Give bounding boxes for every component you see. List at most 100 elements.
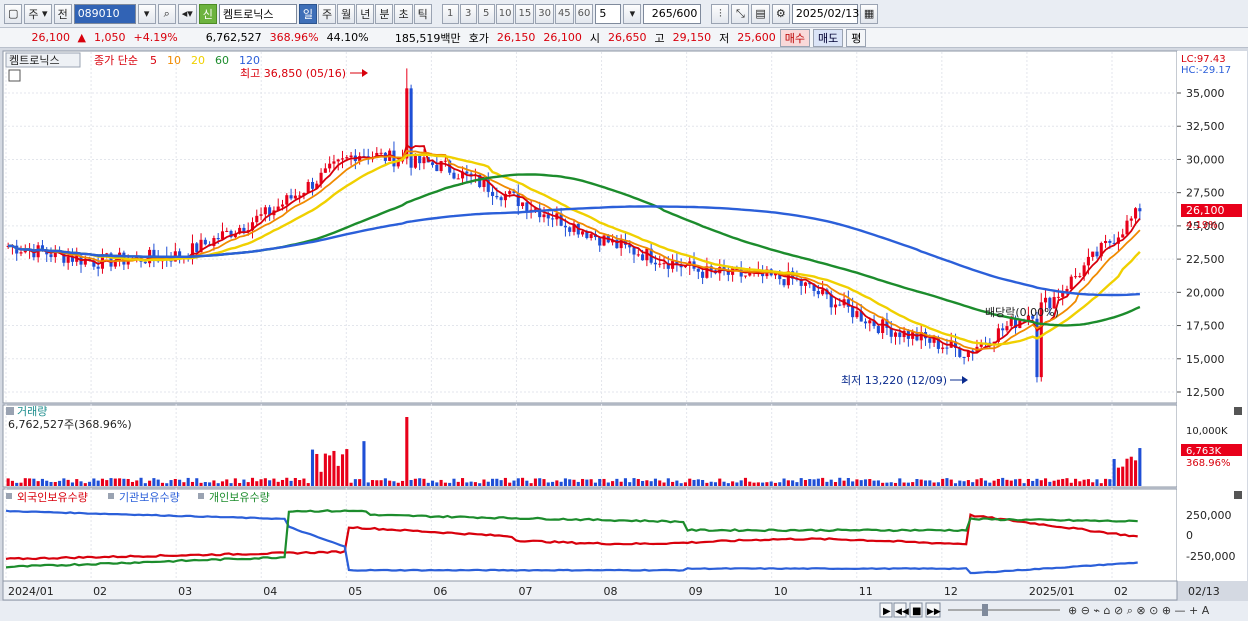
candle-body (945, 347, 949, 349)
scroll-bar[interactable] (0, 601, 1248, 621)
volume-bar (906, 482, 910, 486)
volume-bar (1022, 483, 1026, 486)
volume-bar (276, 481, 280, 486)
volume-bar (1001, 477, 1005, 486)
holdings-close-icon[interactable] (1234, 491, 1242, 499)
volume-bar (478, 483, 482, 486)
interval-button-7[interactable]: 60 (574, 3, 594, 24)
volume-bar (392, 481, 396, 486)
search-icon[interactable]: ⌕ (157, 3, 176, 24)
period-tab-5[interactable]: 초 (394, 3, 413, 24)
volume-bar (953, 483, 958, 486)
volume-bar (718, 478, 722, 486)
ask-price: 26,150 (496, 31, 536, 44)
interval-button-5[interactable]: 30 (535, 3, 554, 24)
volume-bar (28, 478, 32, 486)
interval-button-4[interactable]: 15 (515, 3, 535, 24)
candle-body (1069, 276, 1073, 289)
volume-bar (250, 477, 255, 486)
buy-button[interactable]: 매수 (779, 28, 810, 47)
gear-icon[interactable]: ⚙ (771, 3, 790, 24)
volume-bar (349, 482, 353, 486)
volume-bar (302, 478, 306, 486)
type-dropdown[interactable]: 주 ▾ (24, 3, 52, 24)
candle-body (340, 158, 345, 160)
ma-legend-item-2: 20 (191, 54, 205, 67)
period-tab-4[interactable]: 분 (375, 3, 394, 24)
volume-bar (1031, 480, 1035, 486)
period-tab-6[interactable]: 틱 (413, 3, 432, 24)
speaker-icon[interactable]: ◂▾ (177, 3, 197, 24)
candle-body (96, 266, 100, 269)
period-tab-1[interactable]: 주 (317, 3, 337, 24)
candle-body (66, 256, 70, 263)
volume-bar (649, 481, 653, 486)
volume-bar (152, 478, 156, 486)
volume-bar (491, 478, 495, 486)
prev-button[interactable]: 전 (53, 3, 72, 24)
chart-window: ▢ 주 ▾ 전 089010 ▾ ⌕ ◂▾ 신 켐트로닉스 일주월년분초틱 13… (0, 0, 1248, 621)
volume-bar (135, 480, 139, 486)
candle-body (349, 155, 353, 158)
volume-bar (988, 482, 992, 486)
volume-bar (898, 478, 902, 486)
volume-bar (1074, 478, 1078, 486)
volume-bar (1129, 456, 1133, 486)
volume-bar (713, 482, 718, 486)
volume-bar (911, 482, 915, 486)
interval-button-6[interactable]: 45 (554, 3, 574, 24)
interval-button-2[interactable]: 5 (477, 3, 495, 24)
price-tick-label-7: 17,500 (1186, 320, 1225, 333)
count-field[interactable]: 265/600 (643, 3, 702, 24)
interval-button-1[interactable]: 3 (459, 3, 477, 24)
stock-chart[interactable]: 35,00032,50030,00027,50025,00022,50020,0… (0, 50, 1248, 621)
volume-bar (358, 479, 362, 486)
volume-bar (58, 480, 62, 486)
candle-body (49, 254, 53, 258)
price-tick-label-8: 15,000 (1186, 353, 1225, 366)
sell-button[interactable]: 매도 (812, 28, 844, 47)
eval-button[interactable]: 평 (846, 28, 867, 47)
credit-badge[interactable]: 신 (198, 3, 217, 24)
layout-icon[interactable]: ▢ (4, 3, 23, 24)
interval-input[interactable]: 5 (595, 3, 622, 24)
volume-bar (563, 478, 567, 486)
save-icon[interactable]: ▤ (751, 3, 770, 24)
volume-bar (10, 480, 14, 486)
interval-button-0[interactable]: 1 (441, 3, 459, 24)
volume-bar (298, 480, 302, 486)
table-icon[interactable] (8, 69, 21, 82)
volume-bar (533, 478, 537, 486)
date-input[interactable]: 2025/02/13 (791, 3, 859, 24)
draw-icon[interactable]: ⤡ (731, 3, 750, 24)
period-tab-2[interactable]: 월 (337, 3, 356, 24)
high-price: 29,150 (672, 31, 712, 44)
candle-body (542, 214, 546, 218)
candle-body (1078, 276, 1082, 278)
volume-bar (838, 477, 842, 486)
volume-close-icon[interactable] (1234, 407, 1242, 415)
period-tab-0[interactable]: 일 (298, 3, 317, 24)
code-input[interactable]: 089010 (73, 3, 136, 24)
volume-bar (688, 478, 692, 486)
volume-bar (1065, 478, 1069, 486)
volume-bar (388, 480, 392, 486)
interval-button-3[interactable]: 10 (495, 3, 515, 24)
volume-bar (293, 477, 297, 486)
code-dropdown-icon[interactable]: ▾ (137, 3, 156, 24)
interval-dropdown-icon[interactable]: ▾ (623, 3, 642, 24)
volume-bar (709, 481, 713, 486)
volume-bar (1134, 460, 1138, 486)
volume-bar (23, 478, 27, 486)
candle-body (452, 172, 456, 179)
bid-label: 호가 (468, 31, 489, 45)
calendar-icon[interactable]: ▦ (859, 3, 879, 24)
volume-bar (821, 477, 825, 486)
candle-icon[interactable]: ⫶ (711, 3, 730, 24)
volume-bar (825, 481, 829, 486)
candle-body (293, 195, 297, 199)
volume-bar (743, 477, 748, 486)
period-tab-3[interactable]: 년 (356, 3, 375, 24)
volume-y-tick: 10,000K (1186, 426, 1228, 437)
volume-bar (169, 480, 173, 486)
